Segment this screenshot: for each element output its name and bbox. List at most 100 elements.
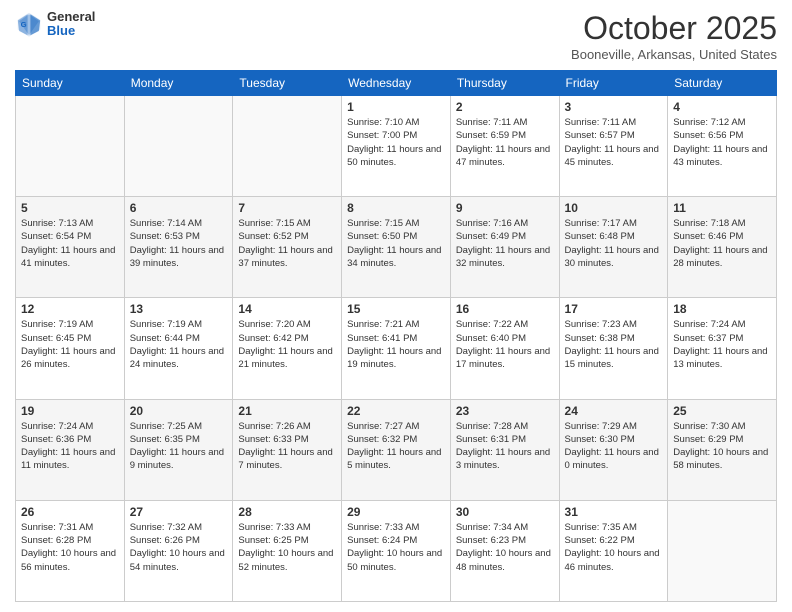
logo-text: General Blue: [47, 10, 95, 39]
day-info: Sunrise: 7:19 AM Sunset: 6:44 PM Dayligh…: [130, 318, 228, 371]
title-section: October 2025 Booneville, Arkansas, Unite…: [571, 10, 777, 62]
svg-text:G: G: [21, 20, 27, 29]
logo: G General Blue: [15, 10, 95, 39]
calendar-cell: 11 Sunrise: 7:18 AM Sunset: 6:46 PM Dayli…: [668, 197, 777, 298]
calendar-cell: 23 Sunrise: 7:28 AM Sunset: 6:31 PM Dayli…: [450, 399, 559, 500]
calendar-cell: 1 Sunrise: 7:10 AM Sunset: 7:00 PM Daylig…: [342, 96, 451, 197]
calendar-cell: 4Sunrise: 7:12 AM Sunset: 6:56 PM Daylig…: [668, 96, 777, 197]
day-info: Sunrise: 7:30 AM Sunset: 6:29 PM Dayligh…: [673, 420, 771, 473]
calendar-week-2: 5Sunrise: 7:13 AM Sunset: 6:54 PM Daylig…: [16, 197, 777, 298]
calendar-cell: 6 Sunrise: 7:14 AM Sunset: 6:53 PM Daylig…: [124, 197, 233, 298]
calendar-cell: 25 Sunrise: 7:30 AM Sunset: 6:29 PM Dayli…: [668, 399, 777, 500]
day-info: Sunrise: 7:15 AM Sunset: 6:52 PM Dayligh…: [238, 217, 336, 270]
weekday-header-friday: Friday: [559, 71, 668, 96]
day-info: Sunrise: 7:12 AM Sunset: 6:56 PM Dayligh…: [673, 116, 771, 169]
day-info: Sunrise: 7:34 AM Sunset: 6:23 PM Dayligh…: [456, 521, 554, 574]
calendar-cell: 16Sunrise: 7:22 AM Sunset: 6:40 PM Dayli…: [450, 298, 559, 399]
day-info: Sunrise: 7:24 AM Sunset: 6:36 PM Dayligh…: [21, 420, 119, 473]
day-info: Sunrise: 7:16 AM Sunset: 6:49 PM Dayligh…: [456, 217, 554, 270]
calendar-week-1: 1 Sunrise: 7:10 AM Sunset: 7:00 PM Daylig…: [16, 96, 777, 197]
day-number: 14: [238, 302, 336, 316]
calendar-cell: 22 Sunrise: 7:27 AM Sunset: 6:32 PM Dayli…: [342, 399, 451, 500]
day-number: 21: [238, 404, 336, 418]
calendar-cell: 30 Sunrise: 7:34 AM Sunset: 6:23 PM Dayli…: [450, 500, 559, 601]
calendar-cell: 28 Sunrise: 7:33 AM Sunset: 6:25 PM Dayli…: [233, 500, 342, 601]
location: Booneville, Arkansas, United States: [571, 47, 777, 62]
day-info: Sunrise: 7:22 AM Sunset: 6:40 PM Dayligh…: [456, 318, 554, 371]
day-info: Sunrise: 7:17 AM Sunset: 6:48 PM Dayligh…: [565, 217, 663, 270]
weekday-header-thursday: Thursday: [450, 71, 559, 96]
day-info: Sunrise: 7:10 AM Sunset: 7:00 PM Dayligh…: [347, 116, 445, 169]
calendar-cell: 26Sunrise: 7:31 AM Sunset: 6:28 PM Dayli…: [16, 500, 125, 601]
page: G General Blue October 2025 Booneville, …: [0, 0, 792, 612]
day-info: Sunrise: 7:15 AM Sunset: 6:50 PM Dayligh…: [347, 217, 445, 270]
day-info: Sunrise: 7:33 AM Sunset: 6:25 PM Dayligh…: [238, 521, 336, 574]
logo-general-text: General: [47, 10, 95, 24]
day-info: Sunrise: 7:14 AM Sunset: 6:53 PM Dayligh…: [130, 217, 228, 270]
calendar-cell: 29Sunrise: 7:33 AM Sunset: 6:24 PM Dayli…: [342, 500, 451, 601]
day-info: Sunrise: 7:35 AM Sunset: 6:22 PM Dayligh…: [565, 521, 663, 574]
day-number: 13: [130, 302, 228, 316]
calendar-cell: 8Sunrise: 7:15 AM Sunset: 6:50 PM Daylig…: [342, 197, 451, 298]
calendar-cell: 12 Sunrise: 7:19 AM Sunset: 6:45 PM Dayli…: [16, 298, 125, 399]
month-title: October 2025: [571, 10, 777, 47]
day-info: Sunrise: 7:13 AM Sunset: 6:54 PM Dayligh…: [21, 217, 119, 270]
calendar-cell: [124, 96, 233, 197]
day-info: Sunrise: 7:23 AM Sunset: 6:38 PM Dayligh…: [565, 318, 663, 371]
calendar-cell: 7 Sunrise: 7:15 AM Sunset: 6:52 PM Daylig…: [233, 197, 342, 298]
day-number: 11: [673, 201, 771, 215]
calendar-cell: 17Sunrise: 7:23 AM Sunset: 6:38 PM Dayli…: [559, 298, 668, 399]
day-number: 25: [673, 404, 771, 418]
calendar-cell: 31 Sunrise: 7:35 AM Sunset: 6:22 PM Dayli…: [559, 500, 668, 601]
weekday-header-monday: Monday: [124, 71, 233, 96]
day-number: 20: [130, 404, 228, 418]
calendar-cell: 19 Sunrise: 7:24 AM Sunset: 6:36 PM Dayli…: [16, 399, 125, 500]
weekday-header-tuesday: Tuesday: [233, 71, 342, 96]
calendar-cell: 24 Sunrise: 7:29 AM Sunset: 6:30 PM Dayli…: [559, 399, 668, 500]
day-number: 2: [456, 100, 554, 114]
day-number: 3: [565, 100, 663, 114]
calendar-cell: [16, 96, 125, 197]
calendar-cell: 14 Sunrise: 7:20 AM Sunset: 6:42 PM Dayli…: [233, 298, 342, 399]
day-number: 26: [21, 505, 119, 519]
calendar-cell: 9 Sunrise: 7:16 AM Sunset: 6:49 PM Daylig…: [450, 197, 559, 298]
day-info: Sunrise: 7:32 AM Sunset: 6:26 PM Dayligh…: [130, 521, 228, 574]
day-number: 31: [565, 505, 663, 519]
day-info: Sunrise: 7:18 AM Sunset: 6:46 PM Dayligh…: [673, 217, 771, 270]
day-number: 6: [130, 201, 228, 215]
calendar-cell: 5Sunrise: 7:13 AM Sunset: 6:54 PM Daylig…: [16, 197, 125, 298]
logo-icon: G: [15, 10, 43, 38]
day-info: Sunrise: 7:28 AM Sunset: 6:31 PM Dayligh…: [456, 420, 554, 473]
day-number: 19: [21, 404, 119, 418]
day-number: 29: [347, 505, 445, 519]
day-number: 9: [456, 201, 554, 215]
calendar-cell: [668, 500, 777, 601]
day-info: Sunrise: 7:24 AM Sunset: 6:37 PM Dayligh…: [673, 318, 771, 371]
day-info: Sunrise: 7:20 AM Sunset: 6:42 PM Dayligh…: [238, 318, 336, 371]
calendar-cell: 15Sunrise: 7:21 AM Sunset: 6:41 PM Dayli…: [342, 298, 451, 399]
calendar-week-5: 26Sunrise: 7:31 AM Sunset: 6:28 PM Dayli…: [16, 500, 777, 601]
day-number: 22: [347, 404, 445, 418]
day-number: 10: [565, 201, 663, 215]
day-number: 1: [347, 100, 445, 114]
day-number: 28: [238, 505, 336, 519]
calendar-week-3: 12 Sunrise: 7:19 AM Sunset: 6:45 PM Dayli…: [16, 298, 777, 399]
day-number: 23: [456, 404, 554, 418]
day-info: Sunrise: 7:25 AM Sunset: 6:35 PM Dayligh…: [130, 420, 228, 473]
day-number: 15: [347, 302, 445, 316]
calendar-cell: 2Sunrise: 7:11 AM Sunset: 6:59 PM Daylig…: [450, 96, 559, 197]
calendar-cell: 13 Sunrise: 7:19 AM Sunset: 6:44 PM Dayli…: [124, 298, 233, 399]
day-info: Sunrise: 7:29 AM Sunset: 6:30 PM Dayligh…: [565, 420, 663, 473]
day-number: 12: [21, 302, 119, 316]
day-info: Sunrise: 7:27 AM Sunset: 6:32 PM Dayligh…: [347, 420, 445, 473]
day-info: Sunrise: 7:19 AM Sunset: 6:45 PM Dayligh…: [21, 318, 119, 371]
logo-blue-text: Blue: [47, 24, 95, 38]
day-number: 24: [565, 404, 663, 418]
weekday-header-wednesday: Wednesday: [342, 71, 451, 96]
day-number: 30: [456, 505, 554, 519]
calendar-cell: [233, 96, 342, 197]
day-info: Sunrise: 7:11 AM Sunset: 6:57 PM Dayligh…: [565, 116, 663, 169]
day-number: 7: [238, 201, 336, 215]
calendar-cell: 20 Sunrise: 7:25 AM Sunset: 6:35 PM Dayli…: [124, 399, 233, 500]
weekday-header-row: SundayMondayTuesdayWednesdayThursdayFrid…: [16, 71, 777, 96]
